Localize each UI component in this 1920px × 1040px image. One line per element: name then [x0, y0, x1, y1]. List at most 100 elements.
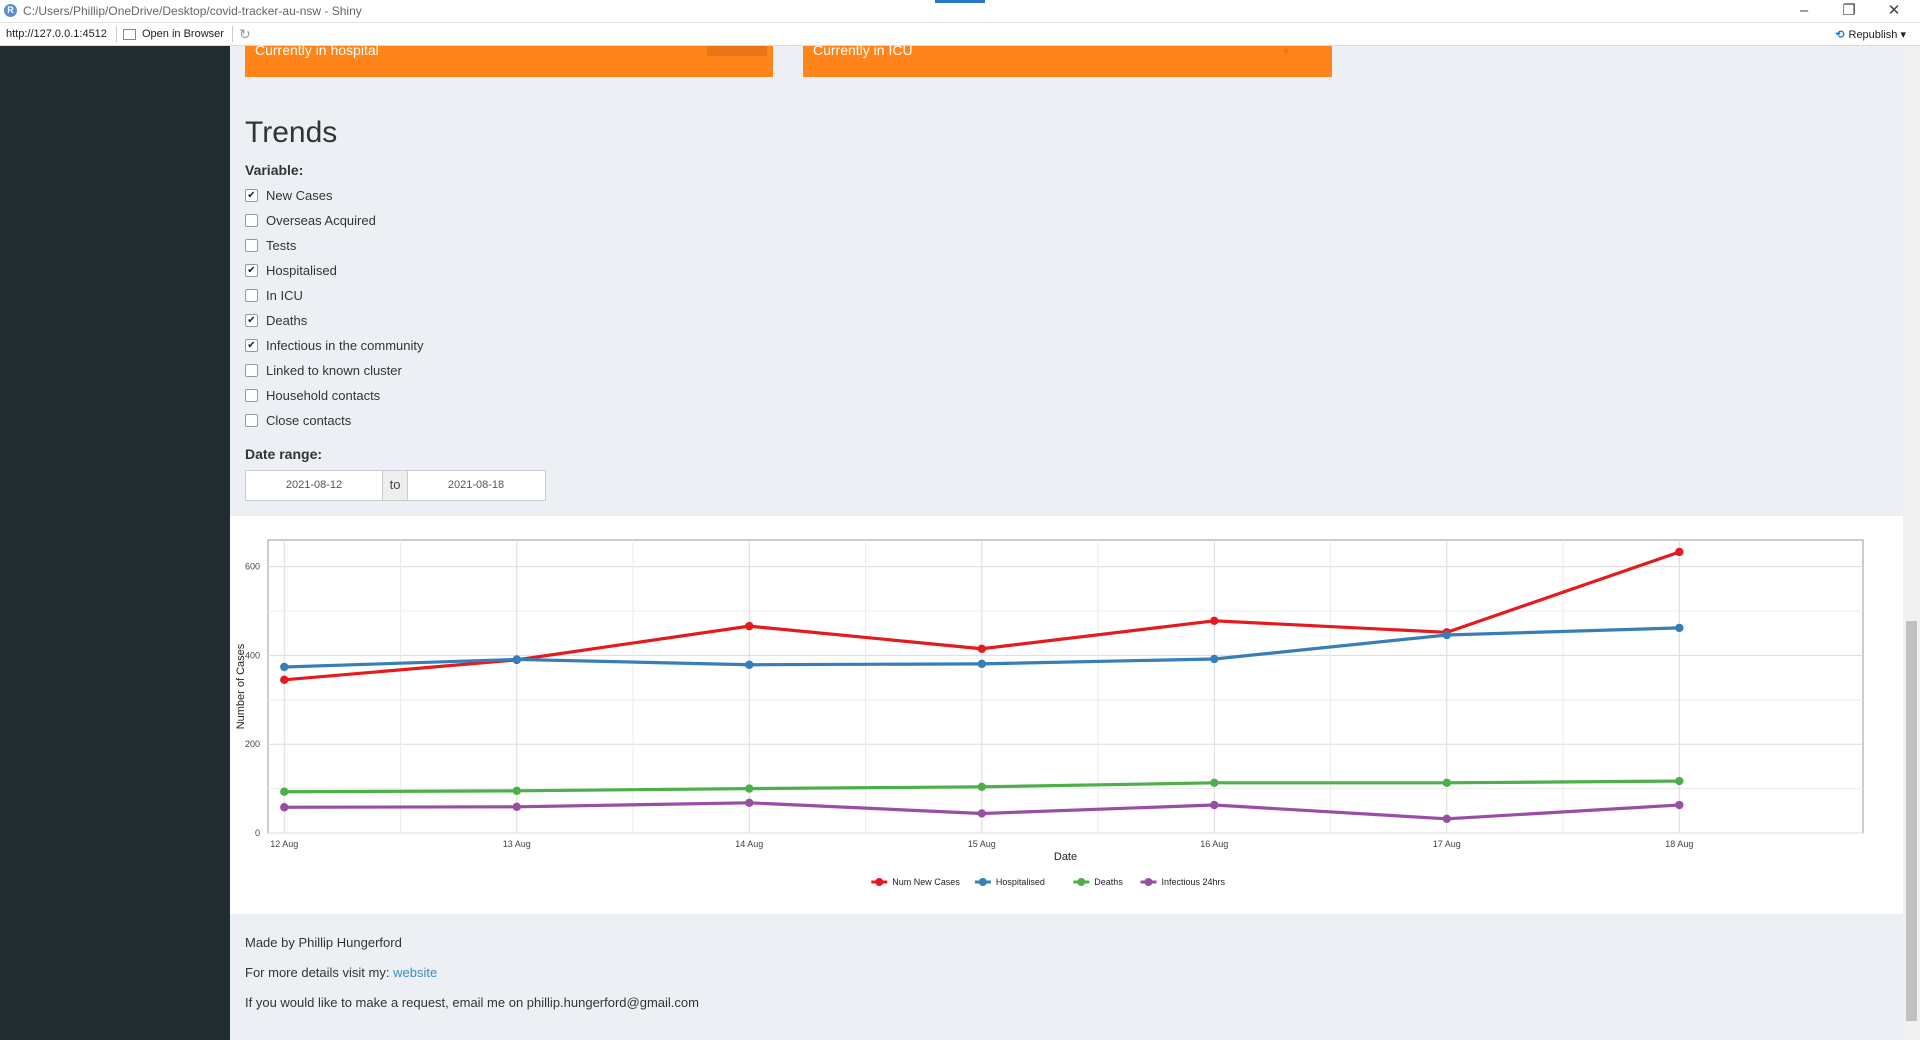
data-point[interactable] — [1442, 778, 1452, 788]
data-point[interactable] — [512, 655, 521, 664]
vertical-scrollbar[interactable] — [1903, 46, 1920, 1040]
x-tick-label: 18 Aug — [1665, 839, 1693, 849]
data-point[interactable] — [745, 798, 754, 808]
checkbox-checked[interactable]: ✔ — [245, 188, 258, 202]
minimize-button[interactable]: – — [1784, 1, 1824, 21]
y-tick-label: 200 — [245, 739, 260, 749]
republish-icon: ⟲ — [1835, 29, 1845, 41]
made-by-text: Made by Phillip Hungerford — [245, 935, 402, 950]
checkbox-unchecked[interactable] — [245, 238, 258, 252]
data-point[interactable] — [745, 784, 754, 793]
trends-heading: Trends — [245, 116, 338, 149]
url-field[interactable]: http://127.0.0.1:4512 — [6, 28, 107, 40]
r-logo-icon: R — [4, 4, 17, 17]
data-point[interactable] — [1675, 800, 1684, 810]
checkbox-row[interactable]: ✔ Hospitalised — [245, 260, 337, 280]
republish-button[interactable]: ⟲ Republish ▾ — [1835, 28, 1906, 41]
data-point[interactable] — [1442, 630, 1452, 640]
data-point[interactable] — [1210, 778, 1219, 788]
close-button[interactable]: ✕ — [1874, 1, 1914, 21]
checkbox-label: Close contacts — [266, 412, 352, 428]
data-point[interactable] — [1210, 616, 1219, 625]
checkbox-checked[interactable]: ✔ — [245, 313, 258, 327]
data-point[interactable] — [977, 659, 986, 669]
data-point[interactable] — [977, 782, 986, 792]
checkbox-label: New Cases — [266, 187, 333, 203]
data-point[interactable] — [1210, 800, 1219, 810]
icu-info-label: Currently in ICU — [813, 42, 913, 58]
checkbox-unchecked[interactable] — [245, 413, 258, 427]
data-point[interactable] — [512, 802, 521, 812]
trends-line-chart[interactable]: 0 200 400 600 12 Aug 13 Aug 14 Aug 15 Aug 16 Aug… — [230, 516, 1903, 914]
hospital-info-box: Currently in hospital — [245, 42, 773, 77]
checkbox-label: Overseas Acquired — [266, 212, 376, 228]
data-point[interactable] — [745, 660, 754, 669]
data-point[interactable] — [280, 803, 289, 812]
data-point[interactable] — [977, 809, 986, 818]
y-tick-label: 600 — [245, 562, 260, 572]
legend-label[interactable]: Infectious 24hrs — [1162, 877, 1226, 887]
checkbox-row[interactable]: ✔ Deaths — [245, 310, 307, 330]
data-point[interactable] — [280, 662, 289, 672]
checkbox-label: Hospitalised — [266, 262, 337, 278]
checkbox-unchecked[interactable] — [245, 288, 258, 302]
x-tick-label: 15 Aug — [968, 839, 996, 849]
date-range-label: Date range: — [245, 446, 323, 462]
icu-info-box: Currently in ICU ▾ — [803, 42, 1332, 77]
legend-label[interactable]: Deaths — [1094, 877, 1123, 887]
scrollbar-thumb[interactable] — [1906, 621, 1917, 1021]
checkbox-row[interactable]: Close contacts — [245, 410, 351, 430]
open-browser-icon — [123, 29, 136, 40]
legend-label[interactable]: Hospitalised — [996, 877, 1045, 887]
website-link[interactable]: website — [393, 965, 437, 980]
checkbox-checked[interactable]: ✔ — [245, 263, 258, 277]
checkbox-label: Linked to known cluster — [266, 362, 402, 378]
checkbox-label: In ICU — [266, 287, 303, 303]
sidebar — [0, 46, 230, 1040]
checkbox-row[interactable]: Linked to known cluster — [245, 360, 402, 380]
restore-button[interactable]: ❐ — [1829, 1, 1869, 21]
date-range-input: 2021-08-12 to 2021-08-18 — [245, 470, 546, 501]
data-point[interactable] — [1210, 654, 1219, 664]
data-point[interactable] — [512, 786, 521, 796]
data-point[interactable] — [977, 644, 986, 653]
legend-swatch-point — [1077, 878, 1086, 886]
details-prefix: For more details visit my: — [245, 965, 394, 980]
data-point[interactable] — [1675, 776, 1684, 786]
refresh-icon[interactable]: ↻ — [239, 26, 251, 43]
x-axis-title: Date — [1054, 851, 1077, 863]
toolbar-divider — [232, 26, 233, 42]
checkbox-checked[interactable]: ✔ — [245, 338, 258, 352]
checkbox-row[interactable]: ✔ New Cases — [245, 185, 332, 205]
checkbox-unchecked[interactable] — [245, 213, 258, 227]
data-point[interactable] — [280, 675, 289, 685]
legend-swatch-point — [978, 878, 987, 886]
checkbox-unchecked[interactable] — [245, 363, 258, 377]
data-point[interactable] — [745, 621, 754, 631]
x-tick-label: 13 Aug — [503, 839, 531, 849]
x-tick-label: 16 Aug — [1200, 839, 1228, 849]
checkbox-row[interactable]: Tests — [245, 235, 296, 255]
toolbar-divider — [116, 26, 117, 42]
start-date-input[interactable]: 2021-08-12 — [246, 471, 382, 500]
data-point[interactable] — [1442, 814, 1452, 823]
checkbox-row[interactable]: Overseas Acquired — [245, 210, 376, 230]
checkbox-unchecked[interactable] — [245, 388, 258, 402]
data-point[interactable] — [1675, 623, 1684, 633]
hospital-info-label: Currently in hospital — [255, 42, 379, 58]
data-point[interactable] — [280, 787, 289, 796]
x-tick-label: 14 Aug — [735, 839, 763, 849]
x-tick-label: 17 Aug — [1433, 839, 1461, 849]
end-date-input[interactable]: 2021-08-18 — [408, 471, 544, 500]
checkbox-row[interactable]: Household contacts — [245, 385, 380, 405]
checkbox-label: Tests — [266, 237, 297, 253]
checkbox-row[interactable]: ✔ Infectious in the community — [245, 335, 424, 355]
checkbox-label: Household contacts — [266, 387, 381, 403]
open-in-browser-button[interactable]: Open in Browser — [142, 28, 224, 40]
legend-swatch-point — [1144, 878, 1153, 886]
legend-label[interactable]: Num New Cases — [892, 877, 960, 887]
checkbox-row[interactable]: In ICU — [245, 285, 303, 305]
variable-label: Variable: — [245, 162, 304, 178]
window-title: C:/Users/Phillip/OneDrive/Desktop/covid-… — [23, 4, 362, 18]
data-point[interactable] — [1675, 547, 1684, 557]
